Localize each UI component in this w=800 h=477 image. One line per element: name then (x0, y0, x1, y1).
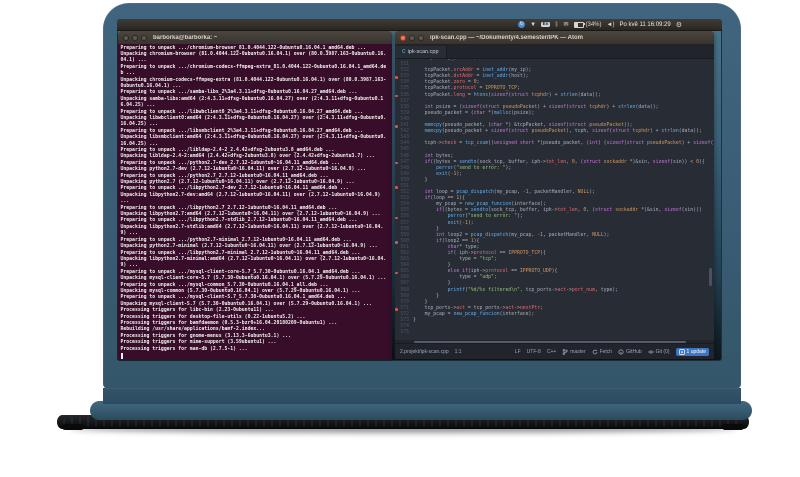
grammar[interactable]: C++ (547, 349, 556, 355)
git-icon (647, 349, 654, 355)
github[interactable]: GitHub (618, 349, 642, 355)
github-icon (618, 348, 624, 355)
battery-indicator[interactable]: (34%) (573, 21, 602, 28)
atom-window: ipk-scan.cpp — ~/Dokumenty/4.semester/IP… (395, 31, 714, 359)
close-icon[interactable] (400, 34, 406, 41)
lint-error-icon (395, 76, 398, 79)
lint-error-icon (395, 94, 398, 98)
encoding[interactable]: UTF-8 (527, 349, 541, 355)
code-text: printf("%d/%s filtered\n", tcp_ports->ac… (447, 287, 619, 293)
updates[interactable]: 1 update (675, 347, 709, 356)
network-icon[interactable]: ▼ (530, 22, 536, 28)
lint-error-icon (395, 186, 398, 189)
terminal-line: Unpacking libpython2.7-dev:amd64 (2.7.12… (120, 192, 384, 205)
lint-error-icon (395, 216, 398, 220)
code-text: my_pcap = new_pcap_funcion(interface); (424, 311, 535, 317)
terminal-line: Preparing to unpack .../chromium-codecs-… (120, 64, 387, 77)
ubuntu-desktop: ↻ ▼ En ᛒ ✉ (34%) ◄) Po kvě 11 16:09:29 ⚙ barbo… (117, 19, 722, 361)
atom-title: ipk-scan.cpp — ~/Dokumenty/4.semester/IP… (430, 34, 583, 41)
mail-icon[interactable]: ✉ (563, 22, 568, 28)
terminal-cursor (120, 353, 124, 359)
terminal-line: Unpacking libldap-2.4-2:amd64 (2.4.42+df… (120, 154, 375, 160)
terminal-line: Unpacking samba-libs:amd64 (2:4.3.11+dfs… (120, 96, 384, 109)
code-text: pseudo_packet = (char *)malloc(psize); (424, 110, 535, 116)
terminal-line: Unpacking libpython2.7-minimal:amd64 (2.… (120, 256, 387, 269)
code-text: memcpy(pseudo_packet + sizeof(struct pse… (424, 129, 702, 135)
keyboard-layout-indicator[interactable]: En (541, 22, 550, 28)
cursor-position[interactable]: 1:1 (455, 349, 462, 355)
lint-error-icon (395, 308, 398, 311)
code-line: 542 memcpy(pseudo_packet + sizeof(struct… (395, 129, 714, 135)
code-line: 544 tcph->check = tcp_csum((unsigned sho… (395, 141, 714, 147)
fetch[interactable]: Fetch (592, 348, 612, 355)
terminal-line: Preparing to unpack .../libpython2.7-std… (120, 218, 358, 224)
minimize-icon[interactable] (132, 34, 138, 41)
bluetooth-icon[interactable]: ᛒ (555, 22, 559, 28)
git-branch[interactable]: master (562, 348, 586, 355)
terminal-line: Unpacking mysql-client-core-5.7 (5.7.30-… (120, 276, 387, 282)
cpp-file-icon: C (402, 49, 406, 55)
lint-error-icon (395, 161, 398, 165)
terminal-titlebar[interactable]: barborka@barborka: ~ (118, 31, 392, 45)
sync-icon (592, 348, 598, 355)
status-bar: 2.projekt/ipk-scan.cpp 1:1 LF UTF-8 C++ mast… (395, 343, 714, 359)
lint-error-icon (395, 125, 398, 128)
terminal-line: Preparing to unpack .../libpython2.7-dev… (120, 186, 349, 192)
terminal-output[interactable]: Preparing to unpack .../chromium-browser… (118, 44, 392, 360)
code-text: } (413, 318, 416, 324)
tab-bar: C ipk-scan.cpp (395, 45, 714, 59)
maximize-icon[interactable] (418, 34, 424, 41)
code-line: 575 (395, 330, 714, 336)
terminal-line: Unpacking libwbclient0:amd64 (2:4.3.11+d… (120, 115, 387, 128)
laptop-mockup: ↻ ▼ En ᛒ ✉ (34%) ◄) Po kvě 11 16:09:29 ⚙ barbo… (0, 0, 800, 477)
terminal-title: barborka@barborka: ~ (153, 34, 218, 41)
code-text: tcph->check = tcp_csum((unsigned short *… (424, 141, 714, 147)
horizontal-scrollbar[interactable] (395, 340, 714, 343)
terminal-line: Unpacking chromium-codecs-ffmpeg-extra (… (120, 77, 387, 89)
terminal-line: Unpacking libsmbclient:amd64 (2:4.3.11+d… (120, 135, 387, 147)
battery-icon (573, 21, 585, 28)
terminal-line: Unpacking python2.7-dev (2.7.12-1ubuntu0… (120, 167, 366, 173)
laptop-foot-right (722, 424, 744, 430)
clock[interactable]: Po kvě 11 16:09:29 (619, 22, 670, 28)
top-panel: ↻ ▼ En ᛒ ✉ (34%) ◄) Po kvě 11 16:09:29 ⚙ (117, 19, 722, 31)
code-text: } (424, 177, 428, 183)
terminal-window: barborka@barborka: ~ Preparing to unpack… (118, 31, 392, 360)
lint-error-icon (395, 241, 398, 244)
git-changes[interactable]: Git (0) (647, 349, 670, 355)
volume-icon[interactable]: ◄) (607, 22, 615, 28)
terminal-line: Unpacking libpython2.7-stdlib:amd64 (2.7… (120, 224, 384, 237)
tab-ipk-scan[interactable]: C ipk-scan.cpp (395, 46, 447, 58)
minimize-icon[interactable] (409, 34, 415, 41)
vertical-scrollbar[interactable] (709, 268, 712, 286)
branch-icon (562, 348, 568, 355)
update-indicator-icon[interactable]: ↻ (518, 21, 526, 28)
session-gear-icon[interactable]: ⚙ (676, 21, 682, 29)
code-text: tcph->urg_ptr = 0; (413, 59, 477, 62)
laptop-foot-left (62, 424, 84, 430)
terminal-line: Preparing to unpack .../chromium-browser… (120, 45, 366, 51)
laptop-hinge (103, 388, 741, 404)
scrollbar-handle (414, 340, 686, 343)
code-editor[interactable]: 530 tcph->urg_ptr = 0;531532 tcpPacket.s… (395, 59, 714, 340)
close-icon[interactable] (123, 34, 129, 41)
box-icon (678, 348, 685, 355)
terminal-line: Preparing to unpack .../samba-libs_2%3a4… (120, 90, 358, 96)
maximize-icon[interactable] (141, 34, 147, 41)
terminal-line: Unpacking python2.7-minimal (2.7.12-1ubu… (120, 244, 378, 250)
terminal-line: Unpacking chromium-browser (81.0.4044.12… (120, 51, 387, 64)
code-text: tcpPacket.leng = htons(sizeof(struct tcp… (424, 92, 601, 98)
file-path[interactable]: 2.projekt/ipk-scan.cpp (400, 349, 449, 355)
terminal-line: Preparing to unpack .../libpython2.7-min… (120, 250, 361, 256)
atom-titlebar[interactable]: ipk-scan.cpp — ~/Dokumenty/4.semester/IP… (395, 31, 714, 45)
lint-error-icon (395, 271, 398, 274)
line-ending[interactable]: LF (515, 349, 521, 355)
battery-percent: (34%) (585, 21, 602, 28)
tab-label: ipk-scan.cpp (407, 49, 439, 55)
line-number: 575 (400, 330, 409, 336)
